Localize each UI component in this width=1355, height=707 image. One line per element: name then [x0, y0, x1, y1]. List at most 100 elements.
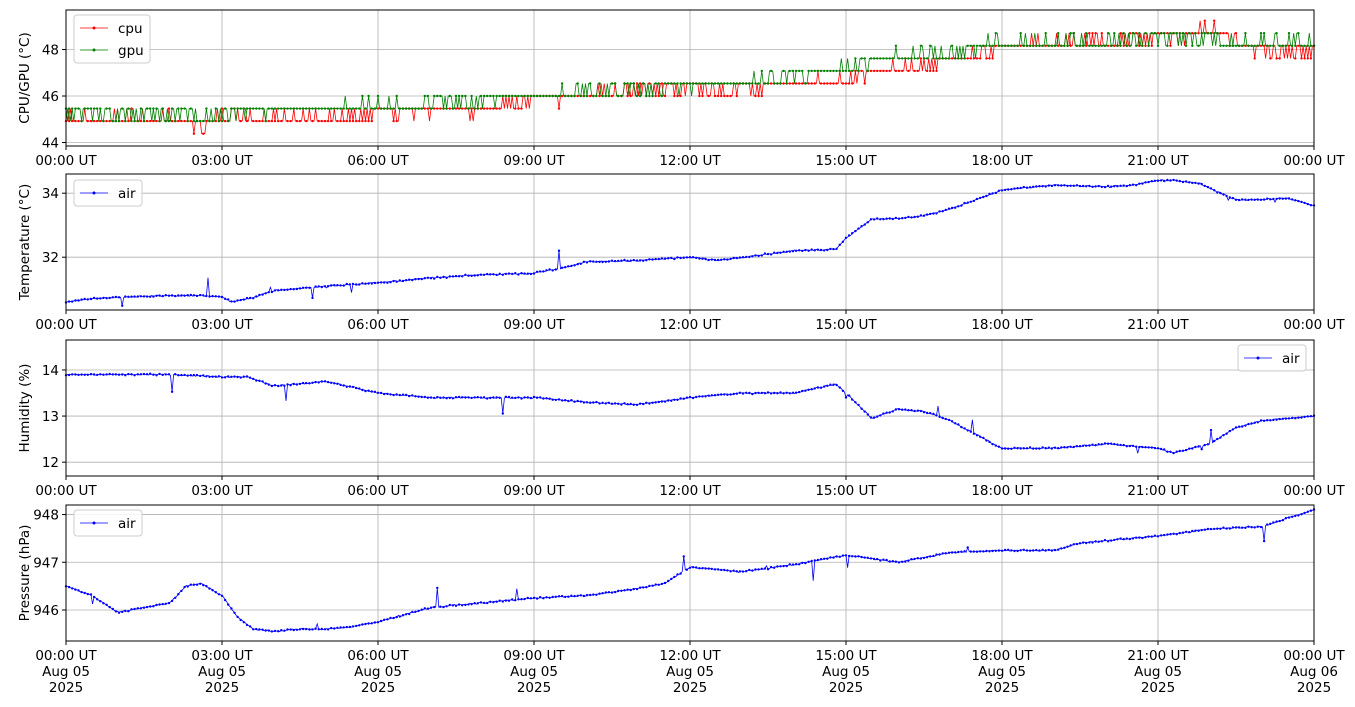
data-point	[901, 57, 904, 60]
data-point	[208, 587, 211, 590]
data-point	[1200, 448, 1203, 451]
data-point	[1113, 538, 1116, 542]
data-point	[673, 575, 676, 579]
data-point	[863, 57, 866, 60]
data-point	[1013, 187, 1016, 190]
x-tick-label: 2025	[829, 680, 863, 696]
data-point	[801, 389, 804, 393]
data-point	[794, 563, 798, 566]
data-point	[720, 94, 723, 98]
data-point	[1000, 447, 1004, 450]
data-point	[735, 256, 738, 260]
data-point	[838, 555, 841, 558]
data-point	[576, 82, 579, 85]
data-point	[1085, 185, 1088, 188]
data-point	[751, 82, 754, 85]
data-point	[1259, 525, 1263, 529]
data-point	[626, 403, 629, 406]
x-tick-label: 12:00 UT	[659, 153, 721, 169]
data-point	[1188, 447, 1191, 450]
data-point	[679, 256, 682, 260]
x-tick-label: 06:00 UT	[347, 648, 409, 664]
data-point	[654, 257, 657, 261]
data-point	[648, 94, 651, 98]
data-point	[255, 379, 258, 382]
data-point	[704, 567, 707, 570]
data-point	[832, 82, 835, 85]
data-point	[1035, 548, 1038, 552]
data-point	[941, 416, 944, 420]
data-point	[966, 44, 969, 47]
data-point	[124, 609, 127, 613]
data-point	[242, 107, 245, 110]
data-point	[579, 94, 582, 98]
x-tick-label: 18:00 UT	[971, 153, 1033, 169]
data-point	[922, 411, 926, 414]
data-point	[872, 218, 876, 221]
data-point	[816, 248, 820, 251]
data-point	[155, 374, 158, 377]
data-point	[261, 380, 264, 383]
data-point	[1203, 184, 1207, 188]
data-point	[841, 389, 845, 392]
data-point	[195, 583, 199, 586]
data-point	[882, 558, 885, 561]
y-tick-label: 48	[42, 43, 59, 59]
data-point	[1278, 57, 1281, 60]
data-point	[1053, 184, 1057, 187]
data-point	[464, 94, 467, 98]
data-point	[1272, 197, 1275, 201]
data-point	[888, 217, 891, 220]
data-point	[888, 560, 891, 563]
data-point	[910, 57, 913, 60]
data-point	[145, 605, 149, 609]
legend-marker-air	[1256, 356, 1260, 360]
data-point	[807, 560, 810, 563]
data-point	[1141, 445, 1144, 449]
data-point	[489, 396, 492, 400]
data-point	[367, 622, 370, 625]
data-point	[826, 248, 829, 252]
data-point	[227, 298, 230, 301]
data-point	[935, 414, 938, 417]
data-point	[1007, 44, 1010, 47]
data-point	[720, 393, 723, 396]
data-point	[648, 584, 651, 588]
data-point	[1234, 426, 1238, 429]
data-point	[529, 597, 533, 600]
data-point	[158, 372, 161, 376]
data-point	[620, 259, 623, 262]
data-point	[277, 630, 280, 633]
data-point	[695, 395, 698, 399]
data-point	[670, 577, 673, 581]
data-point	[720, 258, 723, 261]
data-point	[223, 119, 227, 123]
data-point	[74, 588, 77, 591]
data-point	[71, 300, 74, 303]
data-point	[180, 107, 183, 110]
data-point	[351, 119, 355, 123]
data-point	[1091, 443, 1094, 446]
data-point	[957, 423, 960, 426]
data-point	[117, 296, 121, 299]
data-point	[769, 82, 773, 85]
data-point	[183, 585, 186, 589]
data-point	[292, 628, 295, 632]
data-point	[919, 409, 923, 413]
data-point	[292, 382, 295, 386]
data-point	[495, 94, 498, 98]
data-point	[130, 119, 133, 123]
data-point	[944, 417, 947, 421]
data-point	[876, 217, 879, 220]
data-point	[857, 69, 860, 73]
data-point	[688, 256, 692, 259]
data-point	[202, 584, 205, 587]
data-point	[233, 375, 236, 378]
data-point	[794, 69, 798, 73]
data-point	[1159, 447, 1163, 451]
data-point	[205, 294, 208, 298]
data-point	[925, 69, 929, 73]
data-point	[217, 295, 221, 298]
data-point	[685, 256, 689, 259]
data-point	[517, 107, 520, 110]
